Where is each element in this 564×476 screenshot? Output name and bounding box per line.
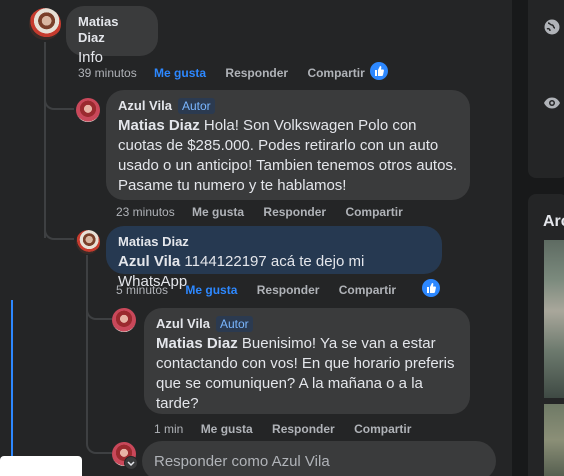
eye-icon bbox=[543, 94, 561, 112]
thread-line bbox=[86, 255, 88, 440]
mention-link[interactable]: Azul Vila bbox=[118, 253, 180, 270]
comment-timestamp[interactable]: 1 min bbox=[154, 422, 183, 436]
comment-bubble: Matias Diaz Azul Vila 1144122197 acá te … bbox=[106, 226, 442, 290]
reply-button[interactable]: Responder bbox=[257, 283, 320, 297]
like-button[interactable]: Me gusta bbox=[201, 422, 253, 436]
share-button[interactable]: Compartir bbox=[354, 422, 411, 436]
comment-header: Azul Vila Autor bbox=[118, 98, 458, 114]
like-button[interactable]: Me gusta bbox=[185, 283, 237, 297]
thread-connector bbox=[86, 438, 112, 454]
avatar[interactable] bbox=[29, 8, 61, 40]
comment-actions: 23 minutos Me gusta Responder Compartir bbox=[116, 205, 419, 219]
reply-button[interactable]: Responder bbox=[272, 422, 335, 436]
author-badge: Autor bbox=[177, 98, 215, 114]
comment-timestamp[interactable]: 5 minutos bbox=[116, 283, 168, 297]
avatar[interactable] bbox=[76, 98, 100, 122]
reply-button[interactable]: Responder bbox=[225, 66, 288, 80]
thumbnail-image[interactable] bbox=[544, 240, 564, 398]
comment-actions: 5 minutos Me gusta Responder Compartir bbox=[116, 283, 412, 297]
share-button[interactable]: Compartir bbox=[345, 205, 402, 219]
comment-author[interactable]: Azul Vila bbox=[156, 316, 210, 331]
comment-text: Matias Diaz Hola! Son Volkswagen Polo co… bbox=[118, 116, 458, 196]
comment-timestamp[interactable]: 23 minutos bbox=[116, 205, 175, 219]
comment-actions: 39 minutos Me gusta Responder Compartir bbox=[78, 66, 381, 80]
thumbnail-image[interactable] bbox=[544, 404, 564, 476]
thread-line bbox=[44, 42, 46, 238]
chevron-down-icon[interactable] bbox=[124, 456, 138, 470]
like-button[interactable]: Me gusta bbox=[192, 205, 244, 219]
share-button[interactable]: Compartir bbox=[339, 283, 396, 297]
mention-link[interactable]: Matias Diaz bbox=[118, 117, 200, 134]
comment-text: Matias Diaz Buenisimo! Ya se van a estar… bbox=[156, 334, 456, 414]
thread-connector bbox=[44, 96, 74, 110]
comment-timestamp[interactable]: 39 minutos bbox=[78, 66, 137, 80]
comment-author[interactable]: Matias Diaz bbox=[78, 14, 146, 46]
like-button[interactable]: Me gusta bbox=[154, 66, 206, 80]
comment-author[interactable]: Azul Vila bbox=[118, 98, 172, 113]
avatar[interactable] bbox=[76, 230, 100, 254]
like-reaction-icon[interactable] bbox=[422, 279, 440, 297]
thread-connector bbox=[86, 304, 112, 320]
globe-icon bbox=[543, 18, 561, 36]
comment-header: Azul Vila Autor bbox=[156, 316, 458, 332]
comments-panel: Matias Diaz Info 39 minutos Me gusta Res… bbox=[0, 0, 512, 476]
right-sidebar: Arc bbox=[512, 0, 564, 476]
author-badge: Autor bbox=[215, 316, 253, 332]
avatar[interactable] bbox=[112, 308, 136, 332]
comment-author[interactable]: Matias Diaz bbox=[118, 234, 430, 250]
focus-indicator bbox=[11, 300, 13, 476]
comment-actions: 1 min Me gusta Responder Compartir bbox=[154, 422, 427, 436]
reply-input[interactable] bbox=[142, 441, 496, 476]
comment-bubble: Azul Vila Autor Matias Diaz Hola! Son Vol… bbox=[106, 90, 470, 200]
mention-link[interactable]: Matias Diaz bbox=[156, 335, 238, 352]
reply-button[interactable]: Responder bbox=[263, 205, 326, 219]
comment-bubble: Matias Diaz Info bbox=[66, 6, 158, 66]
comment-text: Info bbox=[78, 49, 104, 66]
overlay-panel bbox=[0, 456, 82, 476]
section-title: Arc bbox=[543, 213, 564, 230]
like-reaction-icon[interactable] bbox=[370, 62, 388, 80]
comment-bubble: Azul Vila Autor Matias Diaz Buenisimo! Ya… bbox=[144, 308, 470, 414]
share-button[interactable]: Compartir bbox=[307, 66, 364, 80]
thread-connector bbox=[44, 226, 74, 240]
